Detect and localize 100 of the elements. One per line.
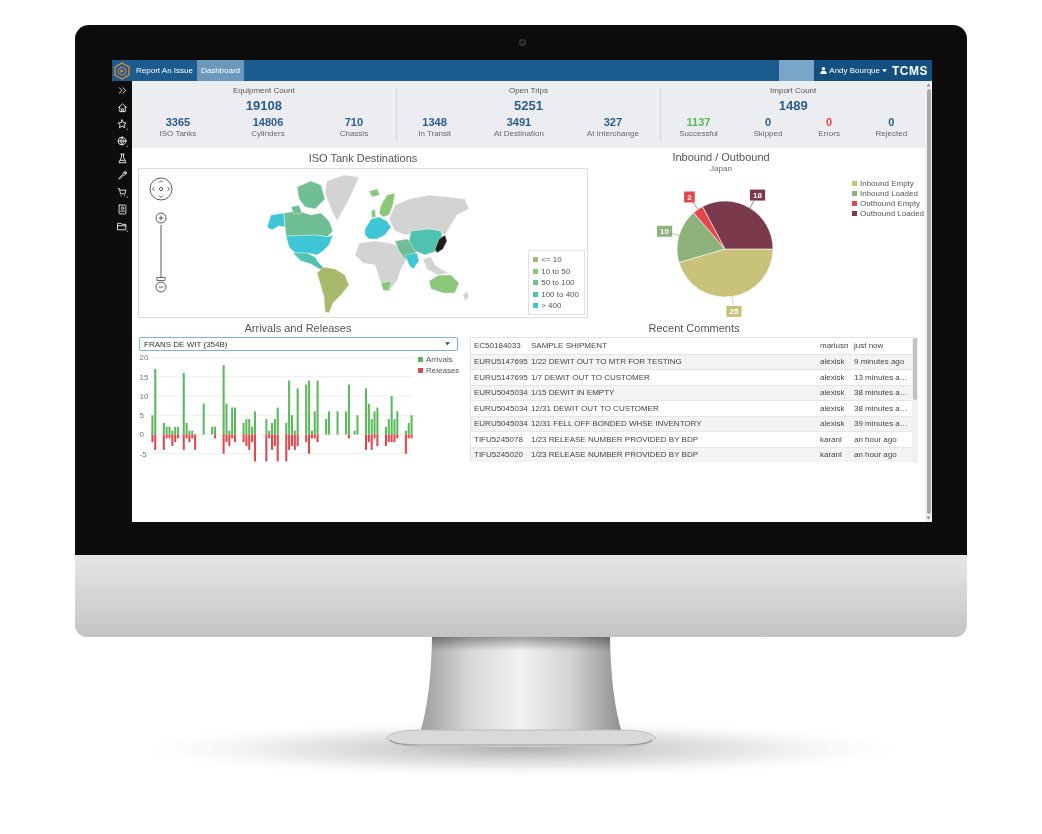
table-cell-text: an hour ago [854, 450, 898, 460]
table-cell-text: 1/23 RELEASE NUMBER PROVIDED BY BDP [531, 450, 700, 460]
stat-label: At Destination [494, 129, 544, 138]
stat-value: 3365 [165, 116, 191, 128]
flask-icon[interactable] [116, 153, 128, 164]
zoom-slider[interactable] [156, 224, 166, 281]
table-cell-text: 12/31 DEWIT OUT TO CUSTOMER [531, 403, 660, 413]
webcam-icon [518, 39, 526, 46]
scrollbar-thumb[interactable] [926, 89, 931, 514]
table-cell-text: an hour ago [854, 434, 898, 444]
legend-label: Outbound Loaded [860, 209, 925, 218]
table-cell-text: alexisk [820, 403, 846, 413]
hexagon-logo-icon[interactable] [114, 61, 130, 80]
stat-label: Rejected [875, 129, 908, 138]
table-cell-text: 1/23 RELEASE NUMBER PROVIDED BY BDP [531, 434, 700, 444]
table-cell-text: 39 minutes a… [854, 419, 909, 429]
globe-icon[interactable] [116, 136, 128, 147]
table-scrollbar[interactable] [912, 338, 918, 461]
stat-label: Successful [679, 129, 718, 138]
caret-icon [882, 68, 887, 73]
legend-label: 10 to 50 [541, 266, 571, 276]
id-card-icon[interactable] [116, 204, 128, 215]
axis-label: 5 [139, 411, 144, 421]
zoom-slider-thumb[interactable] [156, 277, 166, 281]
legend-label: 50 to 100 [541, 278, 575, 287]
page-scrollbar[interactable] [925, 81, 932, 522]
stat-total: 19108 [245, 98, 282, 113]
table-cell-text: just now [854, 341, 885, 351]
stat-label: At Interchange [586, 129, 639, 138]
legend-label: Releases [426, 366, 460, 375]
chart-title: Inbound / Outbound [672, 151, 770, 164]
stat-value: 0 [888, 116, 895, 128]
user-icon [820, 67, 828, 74]
value-label: 2 [684, 191, 695, 203]
stat-value: 1348 [422, 116, 447, 128]
nav-tab[interactable]: Report An Issue [132, 60, 197, 81]
table-cell-text: 38 minutes a… [854, 403, 909, 413]
axis-label: 10 [139, 391, 149, 401]
legend-label: Inbound Loaded [860, 189, 918, 198]
expand-icon[interactable] [116, 85, 128, 96]
stat-value: 1137 [686, 116, 711, 128]
stat-value: 3491 [506, 116, 532, 128]
pan-control-icon[interactable] [149, 177, 173, 201]
table-cell-text: TIFU5245078 [473, 434, 524, 444]
stat-title: Import Count [770, 86, 817, 95]
table-cell-text: karanl [820, 450, 843, 460]
value-label: 18 [749, 189, 766, 201]
axis-label: 0 [139, 430, 144, 440]
scrollbar-thumb[interactable] [913, 338, 917, 400]
stat-value: 14806 [252, 116, 284, 128]
zoom-out-button[interactable] [155, 281, 167, 293]
legend-label: Inbound Empty [860, 179, 914, 188]
scroll-up-arrow-icon[interactable] [926, 83, 931, 87]
section-title: Arrivals and Releases [244, 321, 352, 336]
stat-label: Errors [818, 129, 840, 138]
table-cell-text: 1/7 DEWIT OUT TO CUSTOMER [531, 372, 651, 382]
legend-label: Outbound Empty [860, 199, 921, 208]
table-cell-text: 1/22 DEWIT OUT TO MTR FOR TESTING [531, 357, 683, 367]
cart-icon[interactable] [116, 187, 128, 198]
arrival-bar [202, 403, 205, 435]
table-cell-text: EC50184033 [473, 341, 522, 351]
axis-label: 15 [139, 372, 149, 382]
leader-line [670, 232, 680, 236]
star-icon[interactable] [116, 119, 128, 130]
stat-title: Open Trips [508, 86, 549, 95]
user-menu[interactable]: Andy Bourque [820, 66, 887, 75]
table-cell-text: alexisk [820, 372, 846, 382]
arrival-bar [336, 411, 339, 435]
leader-line [731, 296, 734, 305]
logo-text: TCMS [892, 63, 928, 78]
table-cell-text: alexisk [820, 357, 846, 367]
stat-value: 710 [344, 116, 364, 128]
folder-icon[interactable] [116, 221, 128, 232]
stat-label: In Transit [418, 129, 452, 138]
wrench-icon[interactable] [116, 170, 128, 181]
table-cell-text: alexisk [820, 388, 846, 398]
table-cell-text: 9 minutes ago [854, 357, 906, 367]
table-cell-text: EURU5147695 [473, 372, 529, 382]
legend-label: > 400 [541, 301, 562, 310]
table-cell-text: 1/15 DEWIT IN EMPTY [531, 388, 616, 398]
stat-label: Cylinders [251, 129, 285, 138]
leader-line [749, 200, 755, 209]
section-title: Recent Comments [648, 321, 740, 336]
table-cell-text: EURU5045034 [473, 419, 529, 429]
legend-label: Arrivals [426, 355, 453, 364]
leader-line [693, 202, 699, 210]
table-cell-text: mariusn [820, 341, 850, 351]
release-bar [214, 434, 217, 439]
dropdown-field[interactable]: FRANS DE WIT (354B) [139, 337, 458, 351]
data-label: 10 [660, 227, 670, 237]
scroll-down-arrow-icon[interactable] [926, 516, 931, 520]
table-cell-text: SAMPLE SHIPMENT [531, 341, 608, 351]
chart-subtitle: Japan [710, 164, 732, 173]
stat-value: 0 [764, 116, 772, 128]
zoom-in-button[interactable] [155, 212, 167, 224]
stat-value: 0 [825, 116, 833, 128]
stat-label: Skipped [753, 129, 783, 138]
home-icon[interactable] [116, 102, 128, 113]
table-cell-text: EURU5045034 [473, 388, 529, 398]
data-label: 18 [753, 190, 763, 200]
